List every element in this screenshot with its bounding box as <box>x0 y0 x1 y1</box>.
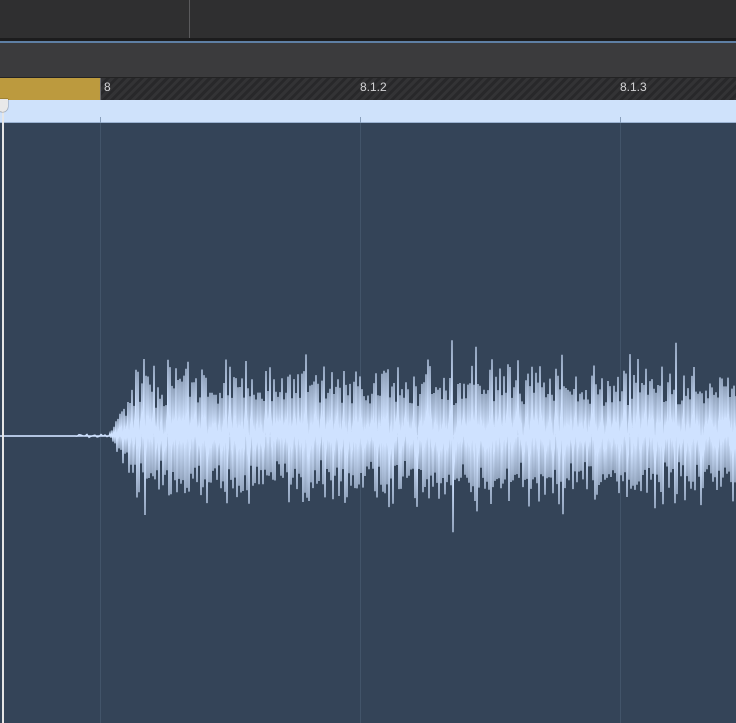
audio-waveform <box>0 340 736 533</box>
playhead-line[interactable] <box>2 100 4 723</box>
